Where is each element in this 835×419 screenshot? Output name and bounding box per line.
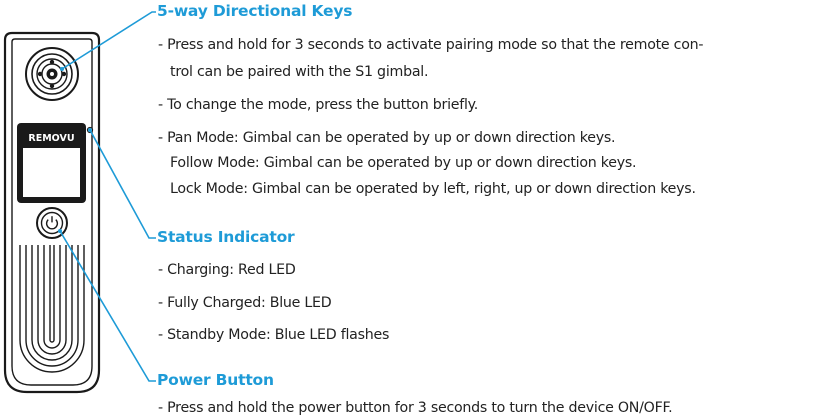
status-indicator-heading: Status Indicator xyxy=(157,228,295,246)
directional-keys-line: - Press and hold for 3 seconds to activa… xyxy=(158,37,704,53)
joystick-icon xyxy=(25,47,79,101)
status-indicator-line: - Charging: Red LED xyxy=(158,262,296,278)
callout-line-directional-keys xyxy=(61,11,156,70)
status-indicator-line: - Standby Mode: Blue LED flashes xyxy=(158,327,390,343)
power-icon xyxy=(36,207,68,239)
directional-keys-line: - Pan Mode: Gimbal can be operated by up… xyxy=(158,130,616,146)
directional-keys-heading: 5-way Directional Keys xyxy=(157,2,353,20)
remote-control-diagram: REMOVU 5-way Directional Keys - Press an… xyxy=(0,0,835,419)
status-indicator-line: - Fully Charged: Blue LED xyxy=(158,295,332,311)
power-button-line: - Press and hold the power button for 3 … xyxy=(158,400,673,416)
grip-ridges xyxy=(19,245,85,373)
directional-keys-line: trol can be paired with the S1 gimbal. xyxy=(170,64,429,80)
display-screen: REMOVU xyxy=(17,123,86,203)
directional-keys-line: Follow Mode: Gimbal can be operated by u… xyxy=(170,155,637,171)
directional-keys-line: Lock Mode: Gimbal can be operated by lef… xyxy=(170,181,696,197)
directional-keys-line: - To change the mode, press the button b… xyxy=(158,97,479,113)
power-button-heading: Power Button xyxy=(157,371,274,389)
remote-device-illustration: REMOVU xyxy=(3,11,156,394)
callout-line-power-button xyxy=(59,230,156,382)
brand-label: REMOVU xyxy=(28,133,74,144)
